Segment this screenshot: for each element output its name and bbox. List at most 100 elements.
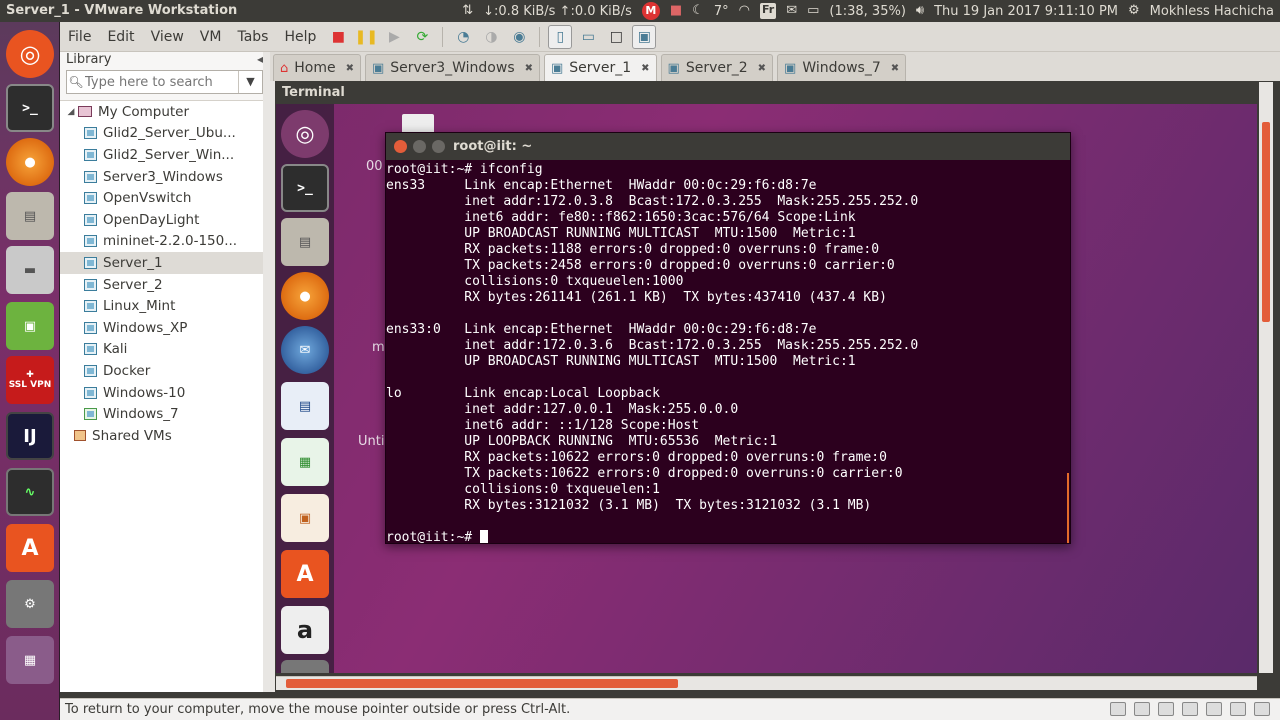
software-center-icon[interactable]: A bbox=[6, 524, 54, 572]
power-off-icon[interactable]: ■ bbox=[326, 25, 350, 49]
ubuntu-dash-icon[interactable]: ◎ bbox=[281, 110, 329, 158]
virtualbox-icon[interactable]: ▦ bbox=[6, 636, 54, 684]
battery-status[interactable]: (1:38, 35%) bbox=[829, 4, 906, 19]
scrollbar-thumb[interactable] bbox=[1262, 122, 1270, 322]
guest-screen[interactable]: Terminal ◎ >_ ▤ ● ✉ ▤ ▦ ▣ A a ⚙ 00 m Unt… bbox=[276, 82, 1257, 673]
datetime[interactable]: Thu 19 Jan 2017 9:11:10 PM bbox=[934, 4, 1118, 19]
network-speed-icon[interactable]: ⇅ bbox=[462, 0, 473, 22]
terminal-prompt-line[interactable]: root@iit:~# bbox=[386, 530, 1070, 543]
gear-icon[interactable]: ⚙ bbox=[1128, 0, 1140, 22]
settings-icon[interactable]: ⚙ bbox=[281, 660, 329, 673]
terminal-scrollbar[interactable] bbox=[1067, 473, 1069, 543]
amazon-icon[interactable]: a bbox=[281, 606, 329, 654]
close-icon[interactable] bbox=[394, 140, 407, 153]
menu-tabs[interactable]: Tabs bbox=[229, 22, 276, 52]
tree-item[interactable]: OpenVswitch bbox=[60, 187, 263, 209]
file-manager-icon[interactable]: ▤ bbox=[281, 218, 329, 266]
menu-view[interactable]: View bbox=[143, 22, 192, 52]
close-icon[interactable]: ✖ bbox=[525, 63, 533, 74]
horizontal-scrollbar[interactable] bbox=[276, 676, 1257, 690]
close-icon[interactable]: ✖ bbox=[346, 63, 354, 74]
firefox-icon[interactable]: ● bbox=[6, 138, 54, 186]
show-library-icon[interactable]: ▯ bbox=[548, 24, 573, 49]
power-on-icon[interactable]: ▶ bbox=[382, 25, 406, 49]
tree-item[interactable]: Linux_Mint bbox=[60, 295, 263, 317]
tab-server-2[interactable]: ▣ Server_2 ✖ bbox=[660, 54, 774, 81]
tab-home[interactable]: ⌂ Home ✖ bbox=[273, 54, 361, 81]
software-center-icon[interactable]: A bbox=[281, 550, 329, 598]
tree-item[interactable]: Windows_7 bbox=[60, 403, 263, 425]
snapshot-manager-icon[interactable]: ◉ bbox=[507, 25, 531, 49]
scrollbar-thumb[interactable] bbox=[286, 679, 678, 688]
full-screen-icon[interactable]: □ bbox=[604, 25, 628, 49]
minimize-icon[interactable] bbox=[413, 140, 426, 153]
user-name[interactable]: Mokhless Hachicha bbox=[1150, 4, 1274, 19]
mail-icon[interactable]: ✉ bbox=[786, 0, 797, 22]
tree-item[interactable]: Docker bbox=[60, 360, 263, 382]
close-icon[interactable]: ✖ bbox=[641, 63, 649, 74]
network-speed[interactable]: ↓:0.8 KiB/s ↑:0.0 KiB/s bbox=[483, 4, 632, 19]
tab-server-1[interactable]: ▣ Server_1 ✖ bbox=[544, 54, 657, 81]
battery-icon[interactable]: ▭ bbox=[807, 0, 819, 22]
tree-item-shared-vms[interactable]: Shared VMs bbox=[60, 425, 263, 447]
close-icon[interactable]: ✖ bbox=[891, 63, 899, 74]
terminal-output[interactable]: root@iit:~# ifconfig ens33 Link encap:Eth… bbox=[386, 160, 1070, 543]
ubuntu-dash-icon[interactable]: ◎ bbox=[6, 30, 54, 78]
ssl-vpn-icon[interactable]: ✚ SSL VPN bbox=[6, 356, 54, 404]
keyboard-layout[interactable]: Fr bbox=[759, 3, 777, 19]
close-icon[interactable]: ✖ bbox=[758, 63, 766, 74]
suspend-icon[interactable]: ❚❚ bbox=[354, 25, 378, 49]
menu-edit[interactable]: Edit bbox=[99, 22, 142, 52]
chevron-down-icon[interactable]: ▼ bbox=[238, 71, 262, 93]
terminal-app-icon[interactable]: >_ bbox=[6, 84, 54, 132]
vertical-scrollbar[interactable] bbox=[1259, 82, 1273, 673]
display-icon[interactable] bbox=[1254, 702, 1270, 716]
revert-snapshot-icon[interactable]: ◑ bbox=[479, 25, 503, 49]
tab-windows-7[interactable]: ▣ Windows_7 ✖ bbox=[777, 54, 907, 81]
tree-item[interactable]: Glid2_Server_Ubu... bbox=[60, 123, 263, 145]
file-manager-icon[interactable]: ▤ bbox=[6, 192, 54, 240]
terminal-window[interactable]: root@iit: ~ root@iit:~# ifconfig ens33 Li… bbox=[385, 132, 1071, 544]
usb-icon[interactable] bbox=[1182, 702, 1198, 716]
weather-moon-icon[interactable]: ☾ bbox=[692, 0, 704, 22]
libreoffice-impress-icon[interactable]: ▣ bbox=[281, 494, 329, 542]
terminal-titlebar[interactable]: root@iit: ~ bbox=[386, 133, 1070, 160]
library-splitter[interactable] bbox=[263, 52, 275, 692]
record-icon[interactable]: ■ bbox=[670, 0, 682, 22]
vmware-icon[interactable]: ▣ bbox=[6, 302, 54, 350]
tree-root-my-computer[interactable]: ◢ My Computer bbox=[60, 101, 263, 123]
tree-item[interactable]: mininet-2.2.0-150... bbox=[60, 231, 263, 253]
search-input[interactable] bbox=[85, 72, 235, 92]
unity-icon[interactable]: ▣ bbox=[632, 24, 657, 49]
volume-icon[interactable]: 🔊︎ bbox=[916, 0, 924, 22]
tree-item[interactable]: Kali bbox=[60, 339, 263, 361]
menu-file[interactable]: File bbox=[60, 22, 99, 52]
printer-icon[interactable] bbox=[1230, 702, 1246, 716]
tree-item[interactable]: Windows_XP bbox=[60, 317, 263, 339]
reset-icon[interactable]: ⟳ bbox=[410, 25, 434, 49]
thumbnail-bar-icon[interactable]: ▭ bbox=[576, 25, 600, 49]
temperature[interactable]: 7° bbox=[714, 4, 729, 19]
libreoffice-calc-icon[interactable]: ▦ bbox=[281, 438, 329, 486]
sound-card-icon[interactable] bbox=[1206, 702, 1222, 716]
terminal-app-icon[interactable]: >_ bbox=[281, 164, 329, 212]
tree-item[interactable]: OpenDayLight bbox=[60, 209, 263, 231]
expand-triangle-icon[interactable]: ◢ bbox=[64, 107, 78, 117]
intellij-icon[interactable]: IJ bbox=[6, 412, 54, 460]
menu-help[interactable]: Help bbox=[276, 22, 324, 52]
tab-server3-windows[interactable]: ▣ Server3_Windows ✖ bbox=[365, 54, 540, 81]
tree-item[interactable]: Server3_Windows bbox=[60, 166, 263, 188]
tree-item-selected[interactable]: Server_1 bbox=[60, 252, 263, 274]
system-monitor-icon[interactable]: ∿ bbox=[6, 468, 54, 516]
tree-item[interactable]: Glid2_Server_Win... bbox=[60, 144, 263, 166]
wifi-icon[interactable]: ◠ bbox=[739, 0, 750, 22]
snapshot-icon[interactable]: ◔ bbox=[451, 25, 475, 49]
tree-item[interactable]: Windows-10 bbox=[60, 382, 263, 404]
mail-indicator-icon[interactable]: M bbox=[641, 2, 660, 20]
menu-vm[interactable]: VM bbox=[192, 22, 230, 52]
drive-icon[interactable]: ▬ bbox=[6, 246, 54, 294]
tree-item[interactable]: Server_2 bbox=[60, 274, 263, 296]
libreoffice-writer-icon[interactable]: ▤ bbox=[281, 382, 329, 430]
maximize-icon[interactable] bbox=[432, 140, 445, 153]
hard-disk-icon[interactable] bbox=[1110, 702, 1126, 716]
